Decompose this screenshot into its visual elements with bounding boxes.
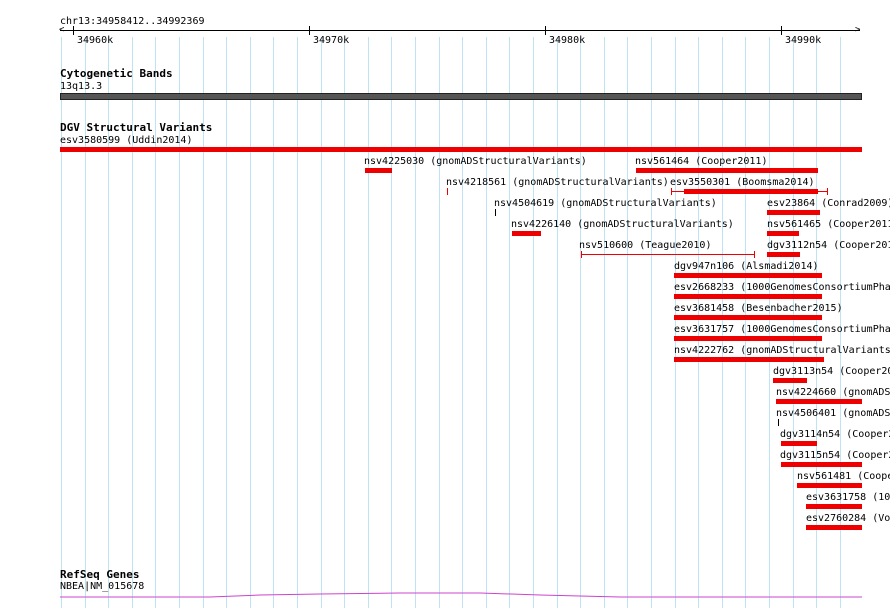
variant-feature[interactable] [806, 504, 862, 509]
grid-line [793, 37, 794, 608]
variant-label: dgv3114n54 (Cooper2011) [780, 429, 890, 440]
variant-feature[interactable] [773, 378, 807, 383]
variant-label: nsv4218561 (gnomADStructuralVariants) [446, 177, 669, 188]
variant-feature[interactable] [806, 525, 862, 530]
grid-line [627, 37, 628, 608]
variant-label: dgv3113n54 (Cooper2011) [773, 366, 890, 377]
grid-line [651, 37, 652, 608]
variant-feature[interactable] [767, 231, 799, 236]
grid-line [439, 37, 440, 608]
variant-feature[interactable] [581, 254, 755, 255]
grid-line [321, 37, 322, 608]
ruler-right-arrow: > [855, 25, 861, 35]
variant-feature[interactable] [674, 315, 822, 320]
variant-end-cap [581, 251, 582, 258]
grid-line [722, 37, 723, 608]
ruler-tick-label: 34990k [785, 35, 822, 46]
grid-line [675, 37, 676, 608]
variant-label: nsv4506401 (gnomADStructuralVariants) [776, 408, 890, 419]
ruler-tick-label: 34980k [549, 35, 586, 46]
grid-line [745, 37, 746, 608]
ruler-axis[interactable] [60, 30, 860, 31]
grid-line [769, 37, 770, 608]
variant-label: esv2760284 (Vogler2010) [806, 513, 890, 524]
genome-browser-view: chr13:34958412..34992369 < > 34960k 3497… [0, 0, 890, 608]
variant-feature[interactable] [674, 357, 824, 362]
variant-feature[interactable] [767, 210, 820, 215]
cytoband-bar[interactable] [60, 93, 862, 100]
variant-label: nsv561465 (Cooper2011) [767, 219, 890, 230]
variant-feature[interactable] [512, 231, 541, 236]
grid-line [604, 37, 605, 608]
variant-label: esv23864 (Conrad2009) [767, 198, 890, 209]
grid-line [415, 37, 416, 608]
grid-line [557, 37, 558, 608]
grid-line [273, 37, 274, 608]
variant-feature[interactable] [365, 168, 392, 173]
variant-label: dgv3112n54 (Cooper2011) [767, 240, 890, 251]
variant-label: nsv561481 (Cooper2011) [797, 471, 890, 482]
grid-line [344, 37, 345, 608]
variant-label: esv3631758 (1000GenomesConsortiumPhase3) [806, 492, 890, 503]
variant-feature[interactable] [636, 168, 818, 173]
variant-label: nsv4226140 (gnomADStructuralVariants) [511, 219, 734, 230]
cytoband-track-title[interactable]: Cytogenetic Bands [60, 68, 173, 80]
variant-feature[interactable] [674, 294, 822, 299]
variant-feature[interactable] [447, 188, 448, 195]
variant-feature[interactable] [767, 252, 800, 257]
variant-label: esv2668233 (1000GenomesConsortiumPhase1) [674, 282, 890, 293]
variant-feature[interactable] [674, 273, 822, 278]
variant-feature[interactable] [797, 483, 862, 488]
grid-line [297, 37, 298, 608]
grid-line [533, 37, 534, 608]
dgv-track-title[interactable]: DGV Structural Variants [60, 122, 212, 134]
variant-feature[interactable] [781, 462, 862, 467]
variant-label: nsv561464 (Cooper2011) [635, 156, 768, 167]
variant-label: dgv3115n54 (Cooper2011) [780, 450, 890, 461]
refseq-track-title[interactable]: RefSeq Genes [60, 569, 139, 581]
ruler-tick [545, 26, 546, 35]
variant-end-cap [671, 188, 672, 195]
grid-line [509, 37, 510, 608]
ruler-tick-label: 34970k [313, 35, 350, 46]
variant-label: esv3631757 (1000GenomesConsortiumPhase3) [674, 324, 890, 335]
ruler-tick [781, 26, 782, 35]
variant-label: nsv4222762 (gnomADStructuralVariants) [674, 345, 890, 356]
ruler-tick [73, 26, 74, 35]
variant-label: nsv4224660 (gnomADStructuralVariants) [776, 387, 890, 398]
grid-line [250, 37, 251, 608]
variant-feature[interactable] [781, 441, 817, 446]
ruler-tick-label: 34960k [77, 35, 114, 46]
gene-intron-line [60, 592, 862, 598]
grid-line [698, 37, 699, 608]
variant-feature[interactable] [776, 399, 862, 404]
variant-label: dgv947n106 (Alsmadi2014) [674, 261, 819, 272]
variant-label: esv3580599 (Uddin2014) [60, 135, 193, 146]
variant-feature-block[interactable] [684, 189, 818, 194]
variant-end-cap [827, 188, 828, 195]
variant-label: nsv510600 (Teague2010) [579, 240, 712, 251]
grid-line [368, 37, 369, 608]
ruler-left-arrow: < [59, 25, 65, 35]
grid-line [462, 37, 463, 608]
grid-line [486, 37, 487, 608]
cytoband-label: 13q13.3 [60, 81, 103, 92]
variant-label: nsv4225030 (gnomADStructuralVariants) [364, 156, 587, 167]
grid-line [226, 37, 227, 608]
variant-feature[interactable] [495, 209, 496, 216]
gene-model[interactable] [60, 590, 862, 608]
variant-label: nsv4504619 (gnomADStructuralVariants) [494, 198, 717, 209]
variant-feature[interactable] [674, 336, 822, 341]
grid-line [580, 37, 581, 608]
variant-feature[interactable] [778, 419, 779, 426]
variant-label: esv3681458 (Besenbacher2015) [674, 303, 843, 314]
variant-feature[interactable] [60, 147, 862, 152]
variant-label: esv3550301 (Boomsma2014) [670, 177, 815, 188]
variant-end-cap [754, 251, 755, 258]
region-label: chr13:34958412..34992369 [60, 16, 205, 27]
grid-line [391, 37, 392, 608]
ruler-tick [309, 26, 310, 35]
